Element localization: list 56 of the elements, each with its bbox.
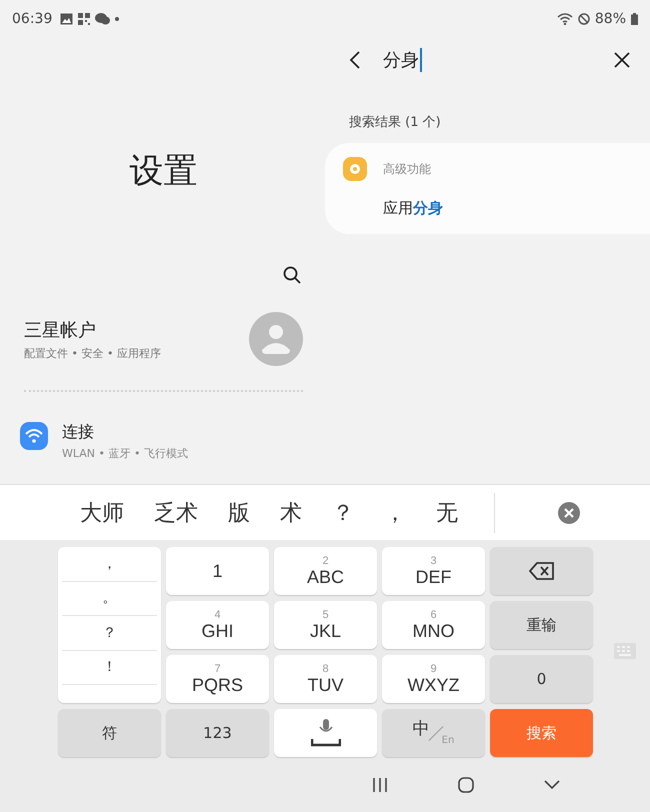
candidate-word[interactable]: ？	[332, 498, 354, 528]
letter-key[interactable]: 8 TUV	[274, 655, 377, 703]
letter-key[interactable]: 3 DEF	[382, 547, 485, 595]
status-time: 06:39	[12, 11, 52, 27]
function-key[interactable]: 符	[58, 709, 161, 757]
backspace-key[interactable]	[490, 547, 593, 595]
candidate-word[interactable]: 术	[280, 498, 302, 528]
punctuation-key[interactable]: 。	[62, 582, 157, 616]
qr-code-icon	[78, 13, 90, 25]
punctuation-key[interactable]: ，	[62, 547, 157, 582]
close-icon[interactable]	[614, 52, 630, 68]
punctuation-key[interactable]: ！	[62, 650, 157, 685]
battery-icon	[631, 13, 638, 25]
settings-item-subtitle: WLAN • 蓝牙 • 飞行模式	[62, 446, 188, 461]
voice-space-key[interactable]	[274, 709, 377, 757]
letter-key[interactable]: 6 MNO	[382, 601, 485, 649]
function-key[interactable]: 0	[490, 655, 593, 703]
hide-keyboard-icon[interactable]	[544, 780, 560, 790]
settings-item-title[interactable]: 连接	[62, 422, 188, 443]
result-card[interactable]: 高级功能 应用分身	[325, 143, 650, 234]
account-name[interactable]: 三星帐户	[24, 318, 161, 342]
search-icon[interactable]	[283, 266, 301, 284]
letter-key[interactable]: 2 ABC	[274, 547, 377, 595]
settings-title: 设置	[128, 150, 198, 193]
chat-bubbles-icon	[95, 13, 110, 25]
candidate-word[interactable]: 大师	[80, 498, 124, 528]
letter-key[interactable]: 1	[166, 547, 269, 595]
letter-key[interactable]: 4 GHI	[166, 601, 269, 649]
dot-icon	[115, 17, 120, 21]
candidate-word[interactable]: 乏术	[154, 498, 198, 528]
wifi-icon	[556, 13, 573, 25]
gallery-icon	[60, 13, 74, 25]
letter-key[interactable]: 5 JKL	[274, 601, 377, 649]
function-key[interactable]: 重输	[490, 601, 593, 649]
recent-apps-icon[interactable]	[372, 778, 388, 792]
clear-icon[interactable]	[558, 502, 580, 524]
backspace-icon	[528, 562, 554, 580]
results-label: 搜索结果 (1 个)	[349, 114, 442, 131]
account-subtitle: 配置文件 • 安全 • 应用程序	[24, 346, 161, 360]
back-icon[interactable]	[349, 51, 361, 69]
candidate-word[interactable]: ，	[384, 498, 406, 528]
candidate-word[interactable]: 版	[228, 498, 250, 528]
search-field[interactable]: 分身	[383, 48, 592, 72]
language-key[interactable]: 中 En	[382, 709, 485, 757]
home-icon[interactable]	[458, 776, 474, 792]
microphone-icon	[310, 719, 340, 747]
battery-percent: 88%	[594, 11, 626, 27]
function-key[interactable]: 123	[166, 709, 269, 757]
candidate-word[interactable]: 无	[436, 498, 458, 528]
wifi-icon	[20, 422, 48, 450]
letter-key[interactable]: 7 PQRS	[166, 655, 269, 703]
do-not-disturb-icon	[578, 13, 590, 25]
letter-key[interactable]: 9 WXYZ	[382, 655, 485, 703]
result-title: 应用分身	[383, 199, 444, 218]
result-category: 高级功能	[383, 160, 431, 178]
punctuation-key[interactable]: ？	[62, 616, 157, 650]
